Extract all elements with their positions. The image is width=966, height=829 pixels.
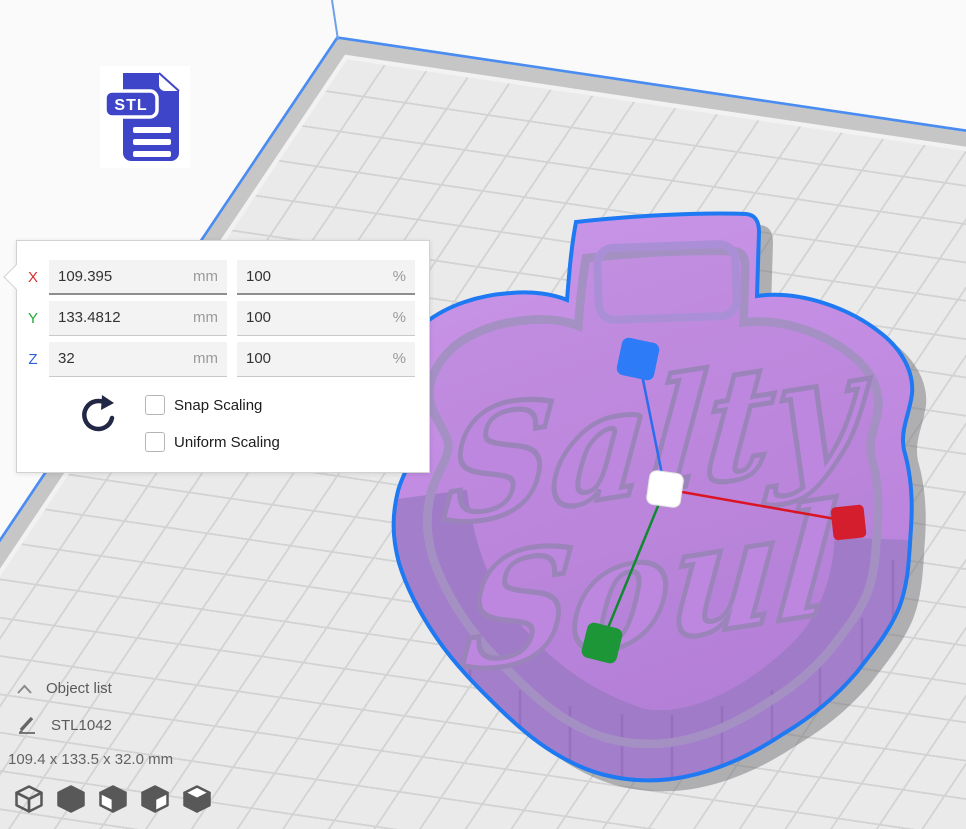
- y-percent-input[interactable]: 100 %: [237, 301, 415, 336]
- z-axis-label: Z: [17, 351, 49, 368]
- scale-row-z: Z 32 mm 100 %: [17, 341, 429, 377]
- z-size-unit: mm: [193, 350, 218, 367]
- y-percent-unit: %: [393, 309, 406, 326]
- scale-row-x: X 109.395 mm 100 %: [17, 259, 429, 295]
- x-size-input[interactable]: 109.395 mm: [49, 260, 227, 295]
- cube-top-face-icon: [182, 784, 212, 814]
- cube-front-face-icon: [98, 784, 128, 814]
- x-percent-value: 100: [246, 268, 271, 285]
- object-list-label: Object list: [46, 680, 112, 697]
- x-size-unit: mm: [193, 268, 218, 285]
- z-size-value: 32: [58, 350, 75, 367]
- view-3d-button[interactable]: [14, 784, 44, 814]
- view-top-button[interactable]: [98, 784, 128, 814]
- scale-tool-panel: X 109.395 mm 100 % Y 133.4812 mm 100 % Z…: [16, 240, 430, 473]
- object-name: STL1042: [51, 717, 112, 734]
- cube-solid-icon: [56, 784, 86, 814]
- z-percent-value: 100: [246, 350, 271, 367]
- stl-icon-label: STL: [114, 97, 147, 114]
- x-size-value: 109.395: [58, 268, 112, 285]
- model-dimensions: 109.4 x 133.5 x 32.0 mm: [8, 751, 173, 768]
- cube-3d-icon: [14, 784, 44, 814]
- y-percent-value: 100: [246, 309, 271, 326]
- object-name-row[interactable]: STL1042: [16, 714, 112, 736]
- plate-corner-line: [332, 0, 338, 40]
- center-scale-handle[interactable]: [646, 470, 684, 508]
- snap-scaling-checkbox[interactable]: [145, 395, 165, 415]
- z-size-input[interactable]: 32 mm: [49, 342, 227, 377]
- pencil-icon: [16, 714, 38, 736]
- camera-view-toolbar: [14, 784, 212, 814]
- view-left-button[interactable]: [140, 784, 170, 814]
- z-percent-input[interactable]: 100 %: [237, 342, 415, 377]
- stl-file-tile[interactable]: STL: [100, 66, 190, 168]
- z-scale-handle[interactable]: [615, 336, 660, 381]
- y-size-input[interactable]: 133.4812 mm: [49, 301, 227, 336]
- reset-arrow-icon: [78, 394, 118, 438]
- chevron-up-icon: [16, 683, 33, 695]
- uniform-scaling-label: Uniform Scaling: [174, 434, 280, 451]
- cube-right-face-icon: [140, 784, 170, 814]
- y-size-value: 133.4812: [58, 309, 121, 326]
- x-scale-handle[interactable]: [830, 504, 866, 540]
- view-right-button[interactable]: [182, 784, 212, 814]
- stl-file-icon: STL: [103, 69, 187, 165]
- z-percent-unit: %: [393, 350, 406, 367]
- object-list-toggle[interactable]: Object list: [16, 680, 112, 697]
- y-size-unit: mm: [193, 309, 218, 326]
- y-axis-label: Y: [17, 310, 49, 327]
- x-percent-input[interactable]: 100 %: [237, 260, 415, 295]
- reset-scale-button[interactable]: [75, 391, 121, 441]
- scale-row-y: Y 133.4812 mm 100 %: [17, 300, 429, 336]
- view-front-button[interactable]: [56, 784, 86, 814]
- x-percent-unit: %: [393, 268, 406, 285]
- uniform-scaling-checkbox[interactable]: [145, 432, 165, 452]
- snap-scaling-label: Snap Scaling: [174, 397, 262, 414]
